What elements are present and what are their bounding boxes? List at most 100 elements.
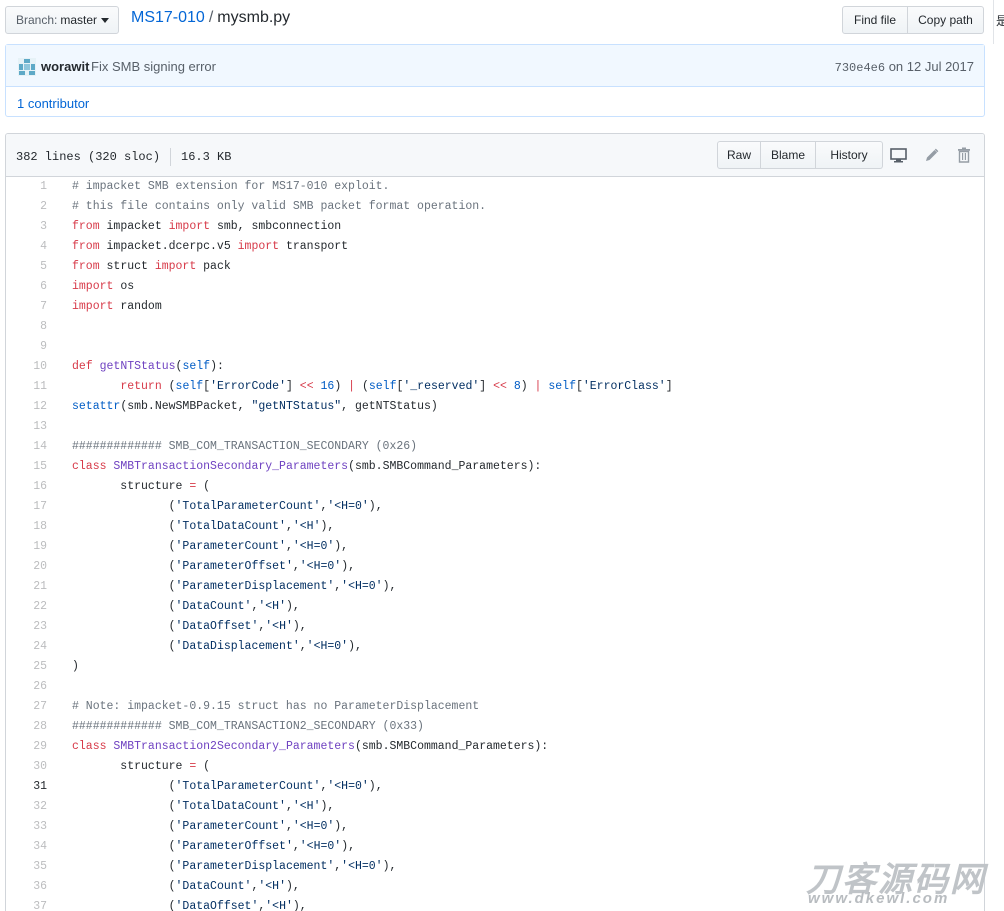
file-line-count: 382 lines (320 sloc) bbox=[16, 150, 161, 164]
breadcrumb-separator: / bbox=[208, 9, 214, 26]
line-number[interactable]: 15 bbox=[6, 457, 53, 477]
contributors-link[interactable]: 1 contributor bbox=[17, 96, 89, 111]
line-code: from impacket.dcerpc.v5 import transport bbox=[72, 240, 349, 253]
commit-meta: 730e4e6 on 12 Jul 2017 bbox=[835, 59, 974, 75]
line-number[interactable]: 12 bbox=[6, 397, 53, 417]
line-number[interactable]: 29 bbox=[6, 737, 53, 757]
line-number[interactable]: 30 bbox=[6, 757, 53, 777]
line-number[interactable]: 27 bbox=[6, 697, 53, 717]
commit-date: on 12 Jul 2017 bbox=[888, 59, 974, 74]
code-line: 25) bbox=[6, 657, 984, 677]
line-number[interactable]: 6 bbox=[6, 277, 53, 297]
trash-icon[interactable] bbox=[955, 146, 973, 164]
caret-down-icon bbox=[101, 17, 110, 23]
file-header: 382 lines (320 sloc) 16.3 KB Raw Blame H… bbox=[6, 134, 984, 177]
line-number[interactable]: 31 bbox=[6, 777, 53, 797]
line-code: ('ParameterOffset','<H=0'), bbox=[72, 840, 355, 853]
line-number[interactable]: 19 bbox=[6, 537, 53, 557]
line-code: return (self['ErrorCode'] << 16) | (self… bbox=[120, 380, 673, 393]
line-number[interactable]: 16 bbox=[6, 477, 53, 497]
line-number[interactable]: 21 bbox=[6, 577, 53, 597]
file-navigation-bar: Branch: master MS17-010/mysmb.py Find fi… bbox=[0, 0, 1004, 44]
line-number[interactable]: 36 bbox=[6, 877, 53, 897]
line-code: ('TotalParameterCount','<H=0'), bbox=[72, 780, 383, 793]
code-line: 22 ('DataCount','<H'), bbox=[6, 597, 984, 617]
line-number[interactable]: 32 bbox=[6, 797, 53, 817]
code-line: 12 setattr(smb.NewSMBPacket, "getNTStatus… bbox=[6, 397, 984, 417]
code-line: 23 ('DataOffset','<H'), bbox=[6, 617, 984, 637]
code-line: 15 class SMBTransactionSecondary_Paramete… bbox=[6, 457, 984, 477]
line-code: ('TotalDataCount','<H'), bbox=[72, 520, 335, 533]
code-line: 1 # impacket SMB extension for MS17-010 e… bbox=[6, 177, 984, 197]
branch-select-button[interactable]: Branch: master bbox=[5, 6, 119, 34]
line-number[interactable]: 37 bbox=[6, 897, 53, 911]
line-number[interactable]: 5 bbox=[6, 257, 53, 277]
code-line: 6 import os bbox=[6, 277, 984, 297]
line-number[interactable]: 9 bbox=[6, 337, 53, 357]
blame-button[interactable]: Blame bbox=[761, 141, 816, 169]
line-number[interactable]: 13 bbox=[6, 417, 53, 437]
line-number[interactable]: 33 bbox=[6, 817, 53, 837]
breadcrumb-repo-link[interactable]: MS17-010 bbox=[131, 9, 205, 26]
line-number[interactable]: 3 bbox=[6, 217, 53, 237]
line-number[interactable]: 22 bbox=[6, 597, 53, 617]
find-file-button[interactable]: Find file bbox=[842, 6, 908, 34]
line-number[interactable]: 17 bbox=[6, 497, 53, 517]
line-number[interactable]: 34 bbox=[6, 837, 53, 857]
file-action-buttons: Raw Blame History bbox=[717, 141, 883, 169]
commit-tease: worawit Fix SMB signing error 730e4e6 on… bbox=[5, 44, 985, 117]
commit-sha-link[interactable]: 730e4e6 bbox=[835, 61, 885, 75]
raw-button[interactable]: Raw bbox=[717, 141, 761, 169]
code-line: 5 from struct import pack bbox=[6, 257, 984, 277]
line-code: ('ParameterCount','<H=0'), bbox=[72, 820, 349, 833]
line-number[interactable]: 2 bbox=[6, 197, 53, 217]
line-number[interactable]: 35 bbox=[6, 857, 53, 877]
code-line: 7 import random bbox=[6, 297, 984, 317]
branch-name: master bbox=[60, 13, 98, 27]
author-avatar-icon[interactable] bbox=[18, 58, 36, 76]
line-code: ('ParameterCount','<H=0'), bbox=[72, 540, 349, 553]
line-number[interactable]: 14 bbox=[6, 437, 53, 457]
line-number[interactable]: 10 bbox=[6, 357, 53, 377]
latest-commit-bar: worawit Fix SMB signing error 730e4e6 on… bbox=[6, 45, 984, 87]
pencil-icon[interactable] bbox=[922, 146, 940, 164]
line-number[interactable]: 23 bbox=[6, 617, 53, 637]
file-info-divider bbox=[170, 148, 172, 166]
line-number[interactable]: 24 bbox=[6, 637, 53, 657]
line-number[interactable]: 7 bbox=[6, 297, 53, 317]
code-line: 30 structure = ( bbox=[6, 757, 984, 777]
code-line: 9 bbox=[6, 337, 984, 357]
line-number[interactable]: 18 bbox=[6, 517, 53, 537]
line-number[interactable]: 1 bbox=[6, 177, 53, 197]
line-number[interactable]: 8 bbox=[6, 317, 53, 337]
line-code: ('ParameterDisplacement','<H=0'), bbox=[72, 580, 397, 593]
line-number[interactable]: 11 bbox=[6, 377, 53, 397]
history-button[interactable]: History bbox=[816, 141, 883, 169]
line-number[interactable]: 28 bbox=[6, 717, 53, 737]
code-line: 21 ('ParameterDisplacement','<H=0'), bbox=[6, 577, 984, 597]
line-code: ('ParameterDisplacement','<H=0'), bbox=[72, 860, 397, 873]
file-nav-button-group: Find file Copy path bbox=[842, 6, 984, 34]
line-code: setattr(smb.NewSMBPacket, "getNTStatus",… bbox=[72, 400, 438, 413]
line-code: class SMBTransactionSecondary_Parameters… bbox=[72, 460, 542, 473]
line-number[interactable]: 26 bbox=[6, 677, 53, 697]
watermark-logo: 刀客源码网 www.dkewl.com bbox=[806, 852, 996, 908]
line-number[interactable]: 25 bbox=[6, 657, 53, 677]
code-line: 32 ('TotalDataCount','<H'), bbox=[6, 797, 984, 817]
line-code: def getNTStatus(self): bbox=[72, 360, 224, 373]
line-number[interactable]: 4 bbox=[6, 237, 53, 257]
copy-path-button[interactable]: Copy path bbox=[908, 6, 984, 34]
watermark-url-text: www.dkewl.com bbox=[808, 890, 950, 907]
edge-divider bbox=[993, 0, 994, 44]
line-number[interactable]: 20 bbox=[6, 557, 53, 577]
commit-author-link[interactable]: worawit bbox=[41, 59, 89, 74]
line-code: ('DataDisplacement','<H=0'), bbox=[72, 640, 362, 653]
code-line: 26 bbox=[6, 677, 984, 697]
line-code: # this file contains only valid SMB pack… bbox=[72, 200, 487, 213]
code-line: 20 ('ParameterOffset','<H=0'), bbox=[6, 557, 984, 577]
desktop-icon[interactable] bbox=[889, 146, 907, 164]
breadcrumb: MS17-010/mysmb.py bbox=[131, 9, 290, 27]
line-code: structure = ( bbox=[72, 480, 211, 493]
commit-message-link[interactable]: Fix SMB signing error bbox=[91, 59, 216, 74]
line-code: ) bbox=[72, 660, 79, 673]
